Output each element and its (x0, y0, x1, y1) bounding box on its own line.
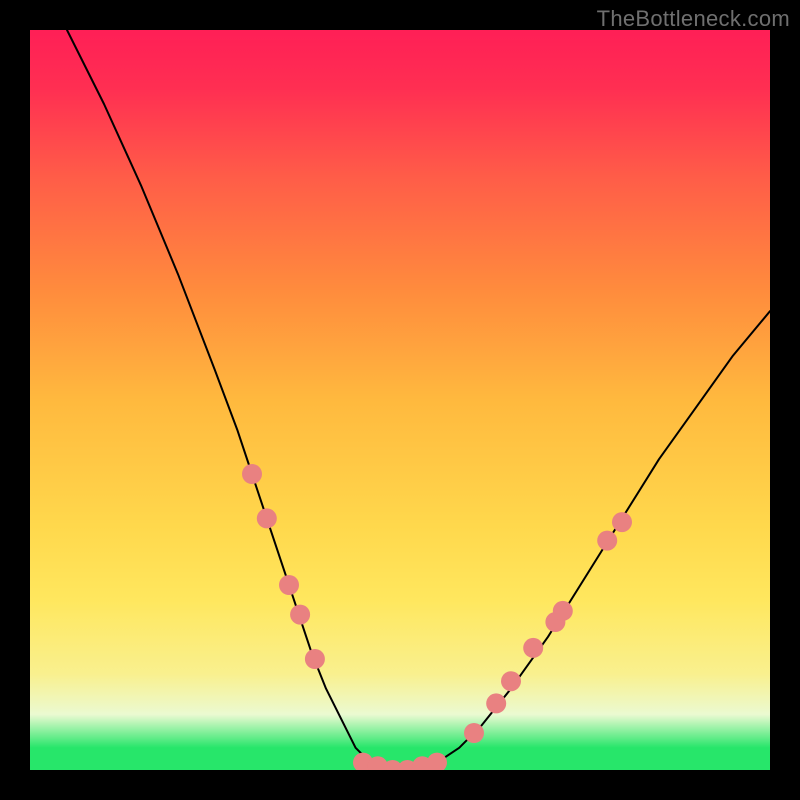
curve-markers (242, 464, 632, 770)
curve-marker (553, 601, 573, 621)
curve-marker (612, 512, 632, 532)
curve-marker (486, 693, 506, 713)
curve-marker (242, 464, 262, 484)
curve-marker (305, 649, 325, 669)
watermark-text: TheBottleneck.com (597, 6, 790, 32)
chart-overlay (30, 30, 770, 770)
curve-marker (257, 508, 277, 528)
chart-frame: TheBottleneck.com (0, 0, 800, 800)
curve-marker (279, 575, 299, 595)
curve-marker (464, 723, 484, 743)
curve-marker (597, 531, 617, 551)
curve-marker (501, 671, 521, 691)
bottleneck-curve (67, 30, 770, 770)
plot-area (30, 30, 770, 770)
curve-marker (523, 638, 543, 658)
curve-marker (290, 605, 310, 625)
curve-marker (427, 753, 447, 770)
